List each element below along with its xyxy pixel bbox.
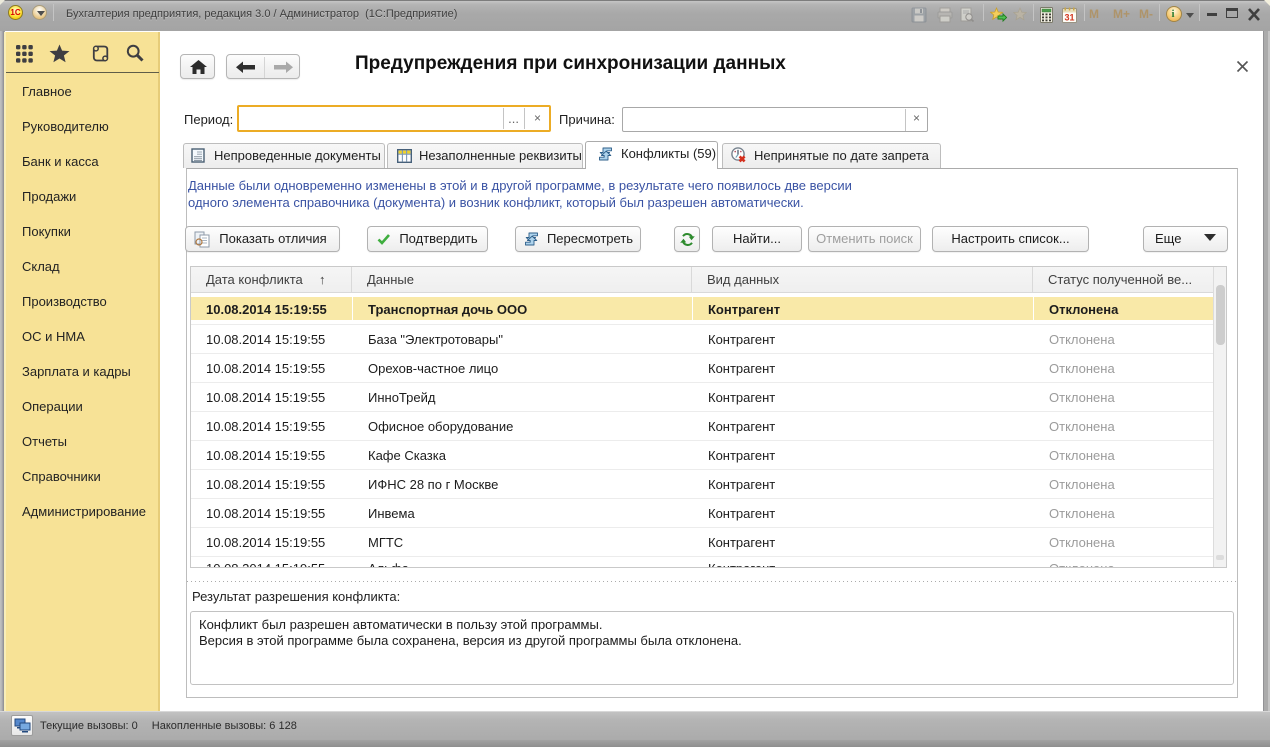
svg-text:31: 31: [1064, 13, 1074, 23]
